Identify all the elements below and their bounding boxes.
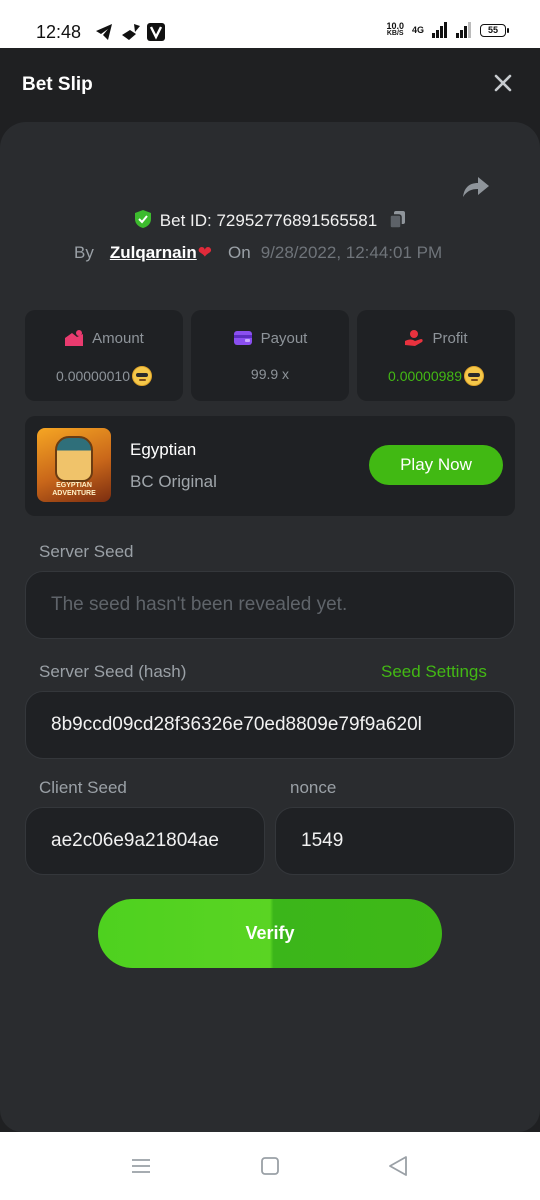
- stat-profit: Profit 0.00000989: [357, 310, 515, 401]
- coin-icon: [131, 366, 152, 386]
- by-label: By: [74, 243, 94, 262]
- bet-datetime: 9/28/2022, 12:44:01 PM: [260, 243, 443, 262]
- broom-icon: [122, 24, 140, 40]
- game-thumbnail[interactable]: EGYPTIAN ADVENTURE: [37, 428, 111, 502]
- game-card: EGYPTIAN ADVENTURE Egyptian BC Original …: [25, 416, 515, 516]
- bet-id: Bet ID: 72952776891565581: [159, 211, 378, 230]
- on-label: On: [228, 243, 251, 262]
- status-indicators: 10.0 KB/S 4G 55: [386, 21, 509, 38]
- server-seed-label: Server Seed: [39, 542, 134, 561]
- hand-coin-icon: [405, 330, 424, 346]
- verify-button[interactable]: Verify: [98, 899, 442, 968]
- profit-label: Profit: [432, 330, 468, 347]
- coin-icon: [463, 366, 484, 386]
- client-seed-label: Client Seed: [39, 778, 127, 797]
- server-hash-field[interactable]: 8b9ccd09cd28f36326e70ed8809e79f9a620l: [25, 691, 515, 759]
- amount-icon: [65, 330, 84, 346]
- pharaoh-image: [55, 436, 93, 482]
- wallet-icon: [233, 331, 252, 345]
- back-icon[interactable]: [386, 1154, 410, 1178]
- network-type: 4G: [411, 25, 424, 35]
- client-seed-field[interactable]: ae2c06e9a21804ae: [25, 807, 265, 875]
- page-title: Bet Slip: [22, 74, 93, 95]
- home-icon[interactable]: [258, 1154, 282, 1178]
- status-bar: 12:48 10.0 KB/S 4G 55: [0, 0, 540, 48]
- shield-check-icon: [134, 210, 151, 228]
- nonce-label: nonce: [290, 778, 337, 797]
- vpn-icon: [147, 23, 165, 41]
- server-seed-field[interactable]: The seed hasn't been revealed yet.: [25, 571, 515, 639]
- stat-amount: Amount 0.00000010: [25, 310, 183, 401]
- signal-icon: [432, 22, 447, 38]
- network-speed: 10.0 KB/S: [386, 21, 404, 38]
- profit-value: 0.00000989: [388, 368, 462, 384]
- status-time: 12:48: [36, 22, 82, 42]
- play-now-button[interactable]: Play Now: [369, 445, 503, 485]
- heart-icon: ❤: [197, 243, 212, 262]
- server-hash-label: Server Seed (hash): [39, 662, 187, 681]
- menu-icon[interactable]: [129, 1154, 153, 1178]
- nonce-field[interactable]: 1549: [275, 807, 515, 875]
- telegram-icon: [96, 24, 112, 40]
- stat-payout: Payout 99.9 x: [191, 310, 349, 401]
- share-icon[interactable]: [462, 175, 490, 199]
- system-nav-bar: [0, 1132, 540, 1200]
- payout-value: 99.9 x: [250, 366, 290, 382]
- close-icon[interactable]: [492, 72, 514, 94]
- amount-value: 0.00000010: [56, 368, 130, 384]
- payout-label: Payout: [260, 330, 308, 347]
- seed-settings-link[interactable]: Seed Settings: [381, 662, 487, 682]
- battery-icon: 55: [480, 23, 509, 37]
- game-provider: BC Original: [130, 472, 217, 491]
- bet-slip-header: Bet Slip: [0, 48, 540, 122]
- username-link[interactable]: Zulqarnain: [110, 243, 197, 262]
- amount-label: Amount: [92, 330, 144, 347]
- game-name: Egyptian: [130, 440, 197, 459]
- bet-id-row: Bet ID: 72952776891565581: [0, 209, 540, 231]
- signal-icon-2: [456, 22, 471, 38]
- bet-author-row: By Zulqarnain❤ On 9/28/2022, 12:44:01 PM: [74, 243, 442, 263]
- copy-icon[interactable]: [389, 210, 406, 229]
